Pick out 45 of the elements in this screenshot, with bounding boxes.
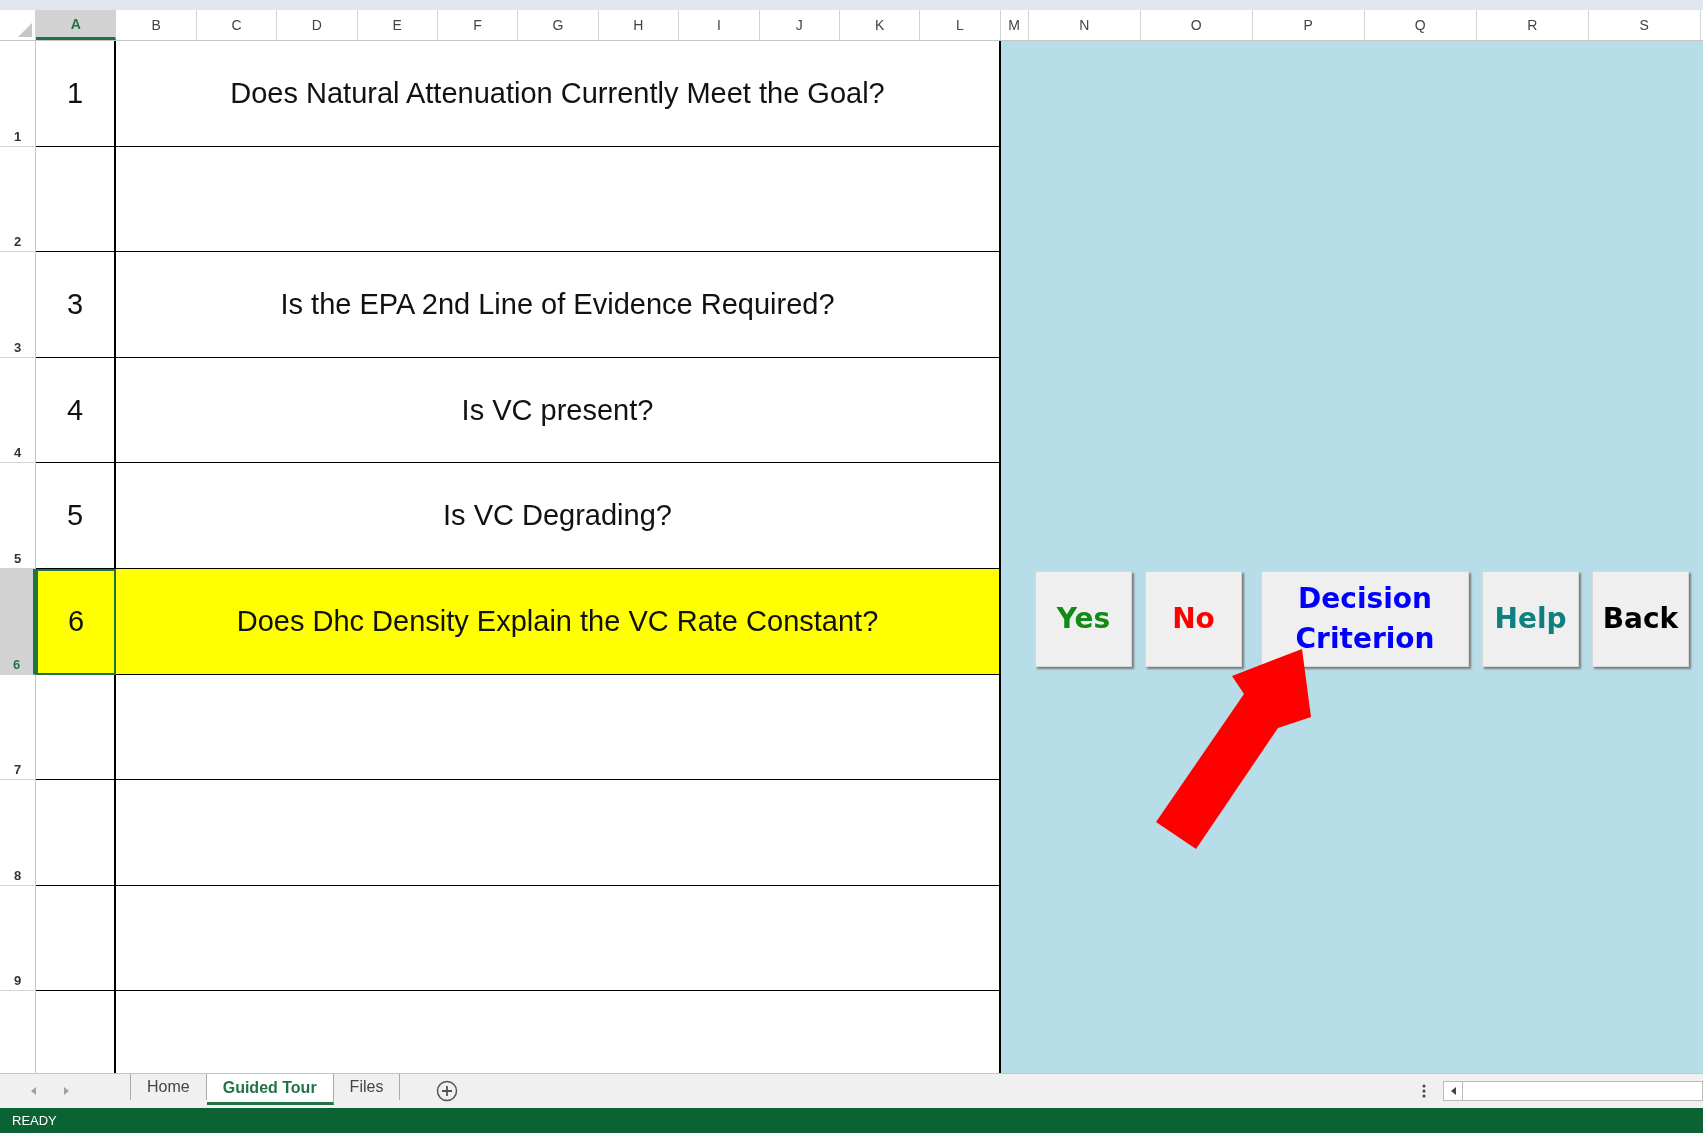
sheet-tab[interactable]: Files — [333, 1074, 401, 1100]
macro-button[interactable]: Back — [1592, 571, 1689, 667]
macro-button[interactable]: Yes — [1035, 571, 1132, 667]
row-header[interactable]: 7 — [0, 674, 36, 781]
column-header[interactable]: K — [839, 10, 921, 40]
macro-button[interactable]: Decision Criterion — [1261, 571, 1469, 667]
column-header[interactable]: M — [1000, 10, 1029, 40]
table-cell: 3 — [36, 252, 116, 358]
status-text: READY — [12, 1113, 57, 1128]
row-header[interactable]: 6 — [0, 568, 36, 675]
row-header[interactable]: 3 — [0, 252, 36, 358]
column-header[interactable]: P — [1252, 10, 1365, 40]
row-header[interactable]: 2 — [0, 146, 36, 253]
table-cell: 6 — [36, 568, 116, 675]
column-header[interactable]: R — [1476, 10, 1589, 40]
add-sheet-icon[interactable] — [436, 1080, 459, 1102]
macro-button[interactable]: Help — [1482, 571, 1579, 667]
column-header[interactable]: O — [1140, 10, 1253, 40]
row-header[interactable]: 9 — [0, 885, 36, 992]
row-header[interactable]: 8 — [0, 780, 36, 886]
horizontal-scrollbar[interactable] — [1443, 1081, 1703, 1101]
column-header[interactable]: E — [357, 10, 438, 40]
table-cell: 1 — [36, 41, 116, 147]
column-header[interactable]: G — [518, 10, 599, 40]
table-cell: Does Dhc Density Explain the VC Rate Constant? — [116, 568, 1001, 675]
column-header[interactable]: S — [1588, 10, 1701, 40]
more-options-icon[interactable] — [1421, 1083, 1427, 1099]
column-header[interactable]: I — [679, 10, 760, 40]
sheet-tab[interactable]: Home — [131, 1074, 207, 1100]
column-header[interactable]: B — [116, 10, 197, 40]
corner-triangle-icon — [18, 23, 32, 37]
column-header[interactable]: D — [277, 10, 358, 40]
row-header[interactable]: 4 — [0, 357, 36, 464]
column-header[interactable]: J — [759, 10, 840, 40]
column-header[interactable]: F — [437, 10, 519, 40]
row-header[interactable]: 1 — [0, 41, 36, 147]
row-header[interactable]: 5 — [0, 463, 36, 569]
column-header[interactable]: Q — [1364, 10, 1477, 40]
column-header[interactable]: C — [196, 10, 278, 40]
column-header[interactable]: L — [920, 10, 1001, 40]
sheet-tab[interactable]: Guided Tour — [206, 1074, 334, 1105]
column-header[interactable]: H — [598, 10, 680, 40]
table-cell: 4 — [36, 357, 116, 464]
column-header[interactable]: N — [1028, 10, 1141, 40]
column-header[interactable]: A — [36, 10, 117, 40]
